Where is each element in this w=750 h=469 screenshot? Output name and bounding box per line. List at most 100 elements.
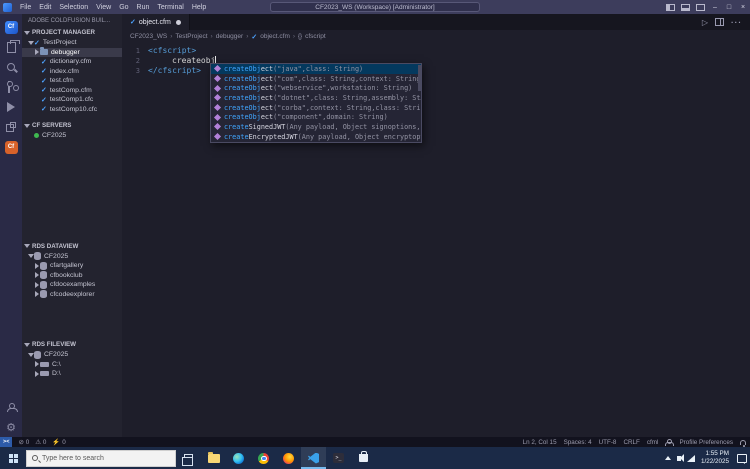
tree-item-testcomp10-cfc[interactable]: ✓ testComp10.cfc	[22, 105, 122, 115]
menu-edit[interactable]: Edit	[35, 4, 55, 11]
dataview-item-cf2025[interactable]: CF2025	[22, 252, 122, 262]
suggestion-item[interactable]: createObj ect ("dotnet",class: String,asse…	[211, 93, 421, 103]
eol-sequence[interactable]: CRLF	[623, 439, 639, 446]
maximize-button[interactable]: □	[722, 0, 736, 14]
run-file-icon[interactable]: ▷	[702, 18, 708, 27]
split-editor-icon[interactable]	[715, 18, 724, 26]
taskbar-search-input[interactable]: Type here to search	[26, 449, 176, 467]
ports-indicator[interactable]: ⚡ 0	[52, 438, 65, 447]
firefox-icon	[283, 452, 294, 464]
more-actions-icon[interactable]	[731, 18, 742, 27]
customize-layout-icon[interactable]	[696, 3, 705, 11]
tree-item-dictionary-cfm[interactable]: ✓ dictionary.cfm	[22, 57, 122, 67]
method-icon	[213, 104, 222, 112]
coldfusion-extension-icon[interactable]: Cf	[0, 137, 22, 157]
profile-icon[interactable]	[665, 438, 675, 446]
section-cf-servers[interactable]: CF SERVERS	[22, 120, 122, 131]
chevron-right-icon	[34, 281, 40, 288]
menu-selection[interactable]: Selection	[55, 4, 92, 11]
tray-chevron-up-icon[interactable]	[664, 456, 671, 460]
task-view-button[interactable]	[176, 447, 201, 469]
section-rds-fileview[interactable]: RDS FILEVIEW	[22, 339, 122, 350]
source-control-icon[interactable]	[0, 77, 22, 97]
chrome-button[interactable]	[251, 447, 276, 469]
errors-indicator[interactable]: ⊘ 0	[18, 439, 29, 446]
tree-item-index-cfm[interactable]: ✓ index.cfm	[22, 67, 122, 77]
toggle-panel-icon[interactable]	[681, 3, 690, 11]
tree-item-debugger[interactable]: debugger	[22, 47, 122, 57]
remote-indicator[interactable]: ><	[0, 437, 13, 447]
dataview-item-cfartgallery[interactable]: cfartgallery	[22, 261, 122, 271]
server-item-cf2025[interactable]: CF2025	[22, 131, 122, 141]
edge-button[interactable]	[226, 447, 251, 469]
terminal-button[interactable]: >_	[326, 447, 351, 469]
dataview-item-cfdocexamples[interactable]: cfdocexamples	[22, 280, 122, 290]
breadcrumb-separator: ›	[170, 33, 173, 40]
tree-item-testproject[interactable]: ✓ TestProject	[22, 38, 122, 48]
fileview-item-cf2025[interactable]: CF2025	[22, 350, 122, 360]
settings-gear-icon[interactable]: ⚙	[0, 417, 22, 437]
file-explorer-button[interactable]	[201, 447, 226, 469]
extensions-icon[interactable]	[0, 117, 22, 137]
suggestion-item[interactable]: createObj ect ("com",class: String,context…	[211, 74, 421, 84]
dataview-item-cfcodeexplorer[interactable]: cfcodeexplorer	[22, 290, 122, 300]
taskbar-clock[interactable]: 1:55 PM 1/22/2025	[701, 450, 729, 466]
menu-view[interactable]: View	[92, 4, 115, 11]
suggestion-item[interactable]: createObj ect ("webservice",workstation: S…	[211, 83, 421, 93]
close-button[interactable]: ×	[736, 0, 750, 14]
run-debug-icon[interactable]	[0, 97, 22, 117]
tree-item-testcomp1-cfc[interactable]: ✓ testComp1.cfc	[22, 95, 122, 105]
breadcrumb-item[interactable]: CF2023_WS	[130, 33, 167, 40]
tree-item-testcomp-cfm[interactable]: ✓ testComp.cfm	[22, 86, 122, 96]
network-icon[interactable]	[686, 454, 695, 462]
start-button[interactable]	[0, 447, 26, 469]
section-rds-dataview[interactable]: RDS DATAVIEW	[22, 241, 122, 252]
vscode-button[interactable]	[301, 447, 326, 469]
warnings-indicator[interactable]: ⚠ 0	[35, 439, 46, 446]
modified-dot-icon[interactable]	[175, 19, 181, 25]
coldfusion-builder-logo[interactable]: Cf	[0, 17, 22, 37]
encoding[interactable]: UTF-8	[599, 439, 617, 446]
window-title-search[interactable]: CF2023_WS (Workspace) [Administrator]	[270, 2, 480, 12]
fileview-item-d-drive[interactable]: D:\	[22, 369, 122, 379]
firefox-button[interactable]	[276, 447, 301, 469]
minimize-button[interactable]: –	[708, 0, 722, 14]
store-button[interactable]	[351, 447, 376, 469]
account-icon[interactable]	[0, 397, 22, 417]
code-editor[interactable]: 1 <cfscript> 2 createobj 3 </cfscript> c…	[122, 43, 750, 437]
cursor-position[interactable]: Ln 2, Col 15	[523, 439, 557, 446]
volume-icon[interactable]	[676, 454, 684, 462]
breadcrumb-item[interactable]: object.cfm	[260, 33, 290, 40]
cf-file-icon: ✓	[130, 19, 136, 26]
chevron-right-icon	[34, 361, 40, 368]
toggle-sidebar-icon[interactable]	[666, 3, 675, 11]
suggestion-item[interactable]: createObj ect ("corba",context: String,cla…	[211, 103, 421, 113]
method-icon	[213, 84, 222, 92]
code-line[interactable]: 1 <cfscript>	[122, 46, 750, 56]
explorer-icon[interactable]	[0, 37, 22, 57]
profile-preferences[interactable]: Profile Preferences	[679, 439, 733, 446]
tree-item-test-cfm[interactable]: ✓ test.cfm	[22, 76, 122, 86]
breadcrumb-item[interactable]: debugger	[216, 33, 243, 40]
suggestion-item[interactable]: createObj ect ("component",domain: String)	[211, 112, 421, 122]
menu-terminal[interactable]: Terminal	[153, 4, 187, 11]
breadcrumb-item[interactable]: cfscript	[305, 33, 326, 40]
suggestion-item[interactable]: create EncryptedJWT (Any payload, Object e…	[211, 132, 421, 142]
menu-run[interactable]: Run	[133, 4, 154, 11]
search-icon[interactable]	[0, 57, 22, 77]
popup-scrollbar[interactable]	[418, 65, 421, 91]
menu-file[interactable]: File	[16, 4, 35, 11]
tab-object-cfm[interactable]: ✓ object.cfm	[122, 14, 190, 30]
suggestion-item[interactable]: createObj ect ("java",class: String)	[211, 64, 421, 74]
menu-go[interactable]: Go	[115, 4, 132, 11]
action-center-icon[interactable]	[737, 453, 747, 464]
fileview-item-c-drive[interactable]: C:\	[22, 360, 122, 370]
dataview-item-cfbookclub[interactable]: cfbookclub	[22, 271, 122, 281]
indentation[interactable]: Spaces: 4	[564, 439, 592, 446]
suggestion-item[interactable]: create SignedJWT (Any payload, Object sign…	[211, 122, 421, 132]
language-mode[interactable]: cfml	[647, 439, 659, 446]
notifications-bell-icon[interactable]	[740, 439, 746, 447]
breadcrumb-item[interactable]: TestProject	[175, 33, 207, 40]
section-project-manager[interactable]: PROJECT MANAGER	[22, 27, 122, 38]
menu-help[interactable]: Help	[188, 4, 210, 11]
